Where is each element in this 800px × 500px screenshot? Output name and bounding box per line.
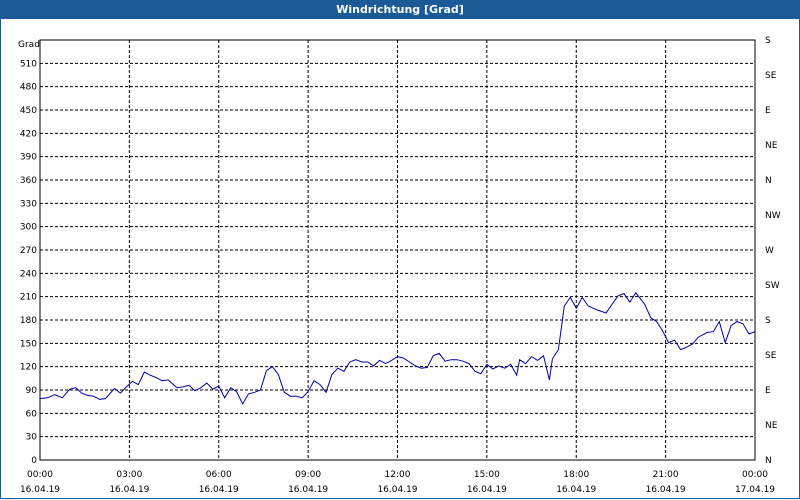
x-tick-time-label: 09:00 xyxy=(295,470,321,480)
x-tick-date-label: 16.04.19 xyxy=(288,485,328,495)
y-tick-label: 330 xyxy=(20,199,37,209)
y-axis-label: Grad xyxy=(18,40,40,50)
x-tick-date-label: 16.04.19 xyxy=(646,485,686,495)
x-tick-time-label: 03:00 xyxy=(116,470,142,480)
y-tick-label: 420 xyxy=(20,129,37,139)
right-axis-labels: N NE E SE S SW W NW N NE E SE S xyxy=(765,36,781,466)
y-tick-labels: 0 30 60 90 120 150 180 210 240 270 300 330 360 390 420… xyxy=(20,59,37,466)
x-tick-time-label: 00:00 xyxy=(27,470,53,480)
right-axis-label: NE xyxy=(765,141,778,151)
right-axis-label: S xyxy=(765,316,771,326)
right-axis-label: S xyxy=(765,36,771,46)
wind-direction-chart: Grad 0 30 60 90 120 150 180 210 240 270 300 330 360 3… xyxy=(18,36,781,495)
y-tick-label: 30 xyxy=(26,433,38,443)
x-tick-labels: 00:00 16.04.19 03:00 16.04.19 06:00 16.04.19 0… xyxy=(20,470,775,495)
right-axis-label: SE xyxy=(765,71,777,81)
x-tick-date-label: 16.04.19 xyxy=(199,485,239,495)
x-tick-date-label: 16.04.19 xyxy=(377,485,417,495)
x-tick-date-label: 16.04.19 xyxy=(109,485,149,495)
y-tick-label: 510 xyxy=(20,59,37,69)
right-axis-label: N xyxy=(765,456,772,466)
right-axis-label: NW xyxy=(765,211,781,221)
right-axis-label: E xyxy=(765,106,771,116)
x-tick-time-label: 21:00 xyxy=(653,470,679,480)
right-axis-label: E xyxy=(765,386,771,396)
y-tick-label: 480 xyxy=(20,83,37,93)
x-tick-time-label: 15:00 xyxy=(474,470,500,480)
y-tick-label: 180 xyxy=(20,316,37,326)
y-tick-label: 270 xyxy=(20,246,37,256)
y-tick-label: 60 xyxy=(26,409,38,419)
y-tick-label: 210 xyxy=(20,293,37,303)
x-tick-time-label: 00:00 xyxy=(742,470,768,480)
x-tick-date-label: 16.04.19 xyxy=(20,485,60,495)
y-tick-label: 390 xyxy=(20,153,37,163)
right-axis-label: SW xyxy=(765,281,780,291)
x-tick-date-label: 16.04.19 xyxy=(467,485,507,495)
right-axis-label: W xyxy=(765,246,774,256)
y-tick-label: 450 xyxy=(20,106,37,116)
y-tick-label: 0 xyxy=(31,456,37,466)
x-tick-time-label: 06:00 xyxy=(206,470,232,480)
x-tick-time-label: 12:00 xyxy=(385,470,411,480)
y-tick-label: 150 xyxy=(20,339,37,349)
right-axis-label: NE xyxy=(765,421,778,431)
grid-lines xyxy=(40,40,755,460)
y-tick-label: 240 xyxy=(20,269,37,279)
y-tick-label: 300 xyxy=(20,223,37,233)
y-tick-label: 120 xyxy=(20,363,37,373)
y-tick-label: 360 xyxy=(20,176,37,186)
x-tick-date-label: 17.04.19 xyxy=(735,485,775,495)
y-tick-label: 90 xyxy=(26,386,38,396)
right-axis-label: N xyxy=(765,176,772,186)
x-tick-time-label: 18:00 xyxy=(563,470,589,480)
right-axis-label: SE xyxy=(765,351,777,361)
x-tick-date-label: 16.04.19 xyxy=(556,485,596,495)
